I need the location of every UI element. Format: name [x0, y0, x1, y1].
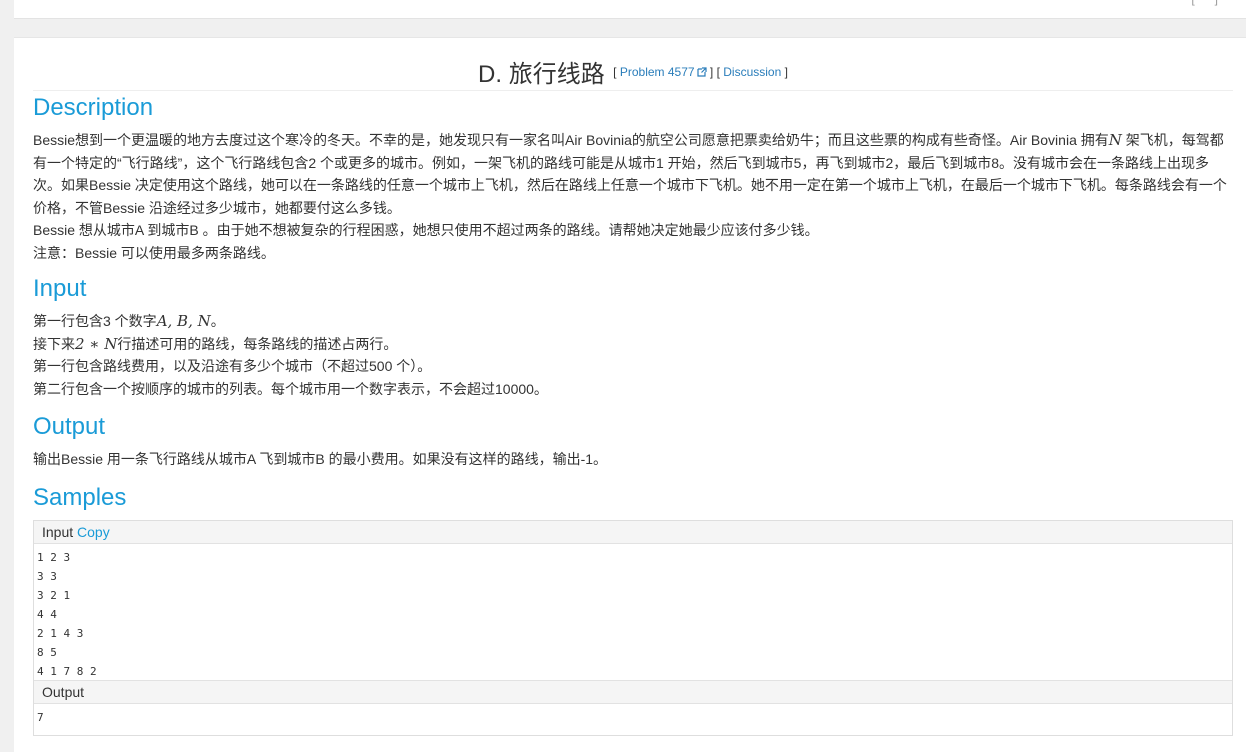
description-text-1: Bessie想到一个更温暖的地方去度过这个寒冷的冬天。不幸的是，她发现只有一家名…	[33, 132, 1109, 148]
top-panel: [ ]	[14, 0, 1246, 19]
description-paragraph-1: Bessie想到一个更温暖的地方去度过这个寒冷的冬天。不幸的是，她发现只有一家名…	[33, 129, 1233, 219]
input-body: 第一行包含3 个数字A, B, N。 接下来2 ∗ N行描述可用的路线，每条路线…	[33, 310, 1233, 400]
input-line-1-text: 第一行包含3 个数字	[33, 313, 157, 329]
title-links: [ Problem 4577 ] [ Discussion ]	[613, 64, 788, 79]
description-heading: Description	[33, 94, 154, 121]
samples-heading: Samples	[33, 484, 127, 511]
description-body: Bessie想到一个更温暖的地方去度过这个寒冷的冬天。不幸的是，她发现只有一家名…	[33, 129, 1233, 264]
math-2n: 2 ∗ N	[75, 334, 118, 353]
input-line-3: 第一行包含路线费用，以及沿途有多少个城市（不超过500 个）。	[33, 358, 432, 374]
output-heading: Output	[33, 413, 106, 440]
problem-link-label: Problem 4577	[619, 64, 695, 79]
input-heading: Input	[33, 275, 87, 302]
math-n: N	[1108, 131, 1122, 149]
sample-input-header: Input Copy	[34, 521, 1232, 544]
input-line-2-text: 接下来	[33, 335, 75, 352]
description-paragraph-2: Bessie 想从城市A 到城市B 。由于她不想被复杂的行程困惑，她想只使用不超…	[33, 222, 819, 238]
external-link-icon	[696, 66, 707, 77]
input-line-2-end: 行描述可用的路线，每条路线的描述占两行。	[117, 335, 398, 352]
description-paragraph-3: 注意：Bessie 可以使用最多两条路线。	[33, 244, 275, 261]
output-body: 输出Bessie 用一条飞行路线从城市A 飞到城市B 的最小费用。如果没有这样的…	[33, 448, 1233, 471]
math-abn: A, B, N	[156, 312, 211, 330]
sample-input-text[interactable]: 1 2 3 3 3 3 2 1 4 4 2 1 4 3 8 5 4 1 7 8 …	[34, 544, 1232, 681]
sample-output-text[interactable]: 7	[34, 704, 1232, 727]
input-line-2: 接下来2 ∗ N行描述可用的路线，每条路线的描述占两行。	[33, 333, 1233, 356]
input-line-1: 第一行包含3 个数字A, B, N。	[33, 310, 1233, 333]
problem-link[interactable]: Problem 4577	[620, 65, 707, 79]
input-line-4: 第二行包含一个按顺序的城市的列表。每个城市用一个数字表示，不会超过10000。	[33, 380, 548, 397]
sample-box: Input Copy 1 2 3 3 3 3 2 1 4 4 2 1 4 3 8…	[33, 520, 1233, 736]
top-panel-corner: [ ]	[1191, 0, 1218, 6]
input-line-1-end: 。	[210, 313, 225, 329]
problem-title: D. 旅行线路	[478, 61, 605, 88]
discussion-link[interactable]: Discussion	[723, 65, 781, 79]
problem-panel: D. 旅行线路 [ Problem 4577 ] [ Discussion ] …	[14, 37, 1246, 752]
copy-button[interactable]: Copy	[77, 524, 110, 540]
sample-output-label: Output	[42, 684, 85, 700]
title-row: D. 旅行线路 [ Problem 4577 ] [ Discussion ]	[33, 54, 1233, 91]
sample-output-header: Output	[34, 681, 1232, 704]
sample-input-label: Input	[42, 524, 74, 540]
output-text: 输出Bessie 用一条飞行路线从城市A 飞到城市B 的最小费用。如果没有这样的…	[33, 451, 608, 467]
